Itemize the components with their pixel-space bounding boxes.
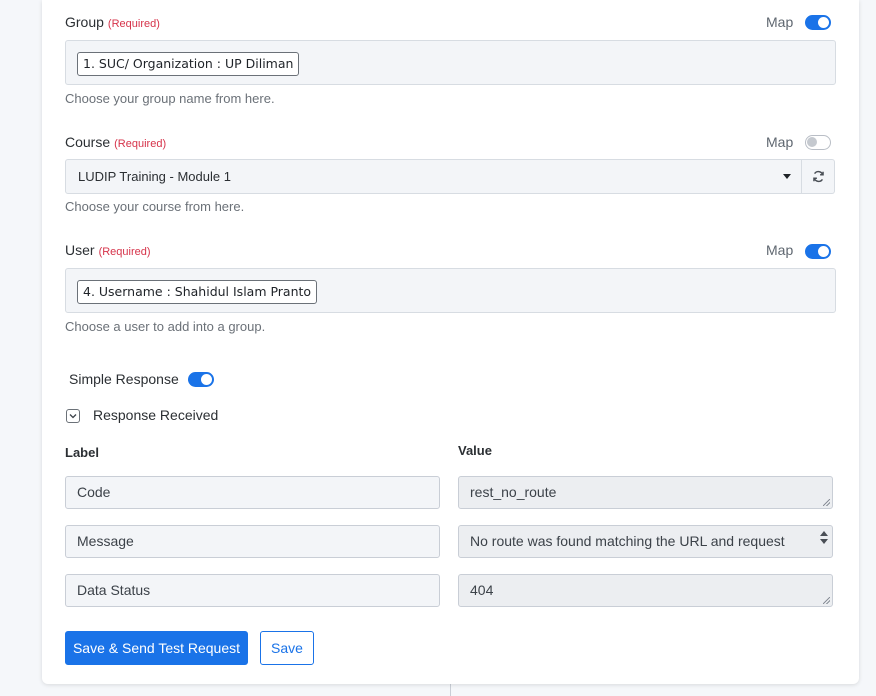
response-value-text: 404 (470, 582, 494, 598)
form-card: Group (Required) Map 1. SUC/ Organization… (42, 0, 859, 684)
group-input[interactable]: 1. SUC/ Organization : UP Diliman (65, 40, 836, 85)
save-and-send-test-request-button[interactable]: Save & Send Test Request (65, 631, 248, 665)
user-map-label: Map (766, 242, 794, 258)
user-required-text: (Required) (98, 246, 151, 258)
resize-grip-icon[interactable] (823, 597, 830, 604)
response-collapse-toggle[interactable] (66, 409, 80, 423)
group-help-text: Choose your group name from here. (65, 91, 275, 106)
response-label-field[interactable]: Code (65, 476, 440, 509)
response-value-text: No route was found matching the URL and … (470, 533, 785, 549)
course-label-text: Course (65, 134, 111, 150)
group-label-text: Group (65, 14, 104, 30)
user-help-text: Choose a user to add into a group. (65, 319, 266, 334)
response-received-label: Response Received (93, 407, 219, 423)
simple-response-toggle[interactable] (188, 372, 214, 387)
response-value-text: rest_no_route (470, 484, 557, 500)
course-select[interactable]: LUDIP Training - Module 1 (65, 159, 802, 194)
response-value-field[interactable]: No route was found matching the URL and … (458, 525, 833, 558)
course-field-label: Course (Required) (65, 134, 166, 150)
course-map-toggle[interactable] (805, 135, 831, 150)
group-field-label: Group (Required) (65, 14, 160, 30)
response-value-field[interactable]: rest_no_route (458, 476, 833, 509)
course-map-label: Map (766, 134, 794, 150)
arrow-down-icon[interactable] (820, 539, 828, 544)
user-map-toggle[interactable] (805, 244, 831, 259)
response-label-field[interactable]: Message (65, 525, 440, 558)
save-button[interactable]: Save (260, 631, 314, 665)
arrow-up-icon[interactable] (820, 531, 828, 536)
group-map-label: Map (766, 14, 794, 30)
user-label-text: User (65, 242, 95, 258)
label-column-header: Label (65, 445, 99, 460)
user-tag[interactable]: 4. Username : Shahidul Islam Pranto (77, 280, 318, 304)
group-required-text: (Required) (107, 18, 160, 30)
course-selected-value: LUDIP Training - Module 1 (78, 169, 231, 184)
user-input[interactable]: 4. Username : Shahidul Islam Pranto (65, 268, 836, 313)
scroll-spinner[interactable] (818, 528, 830, 555)
chevron-down-icon (69, 414, 77, 419)
course-help-text: Choose your course from here. (65, 199, 245, 214)
refresh-button[interactable] (802, 159, 835, 194)
response-label-field[interactable]: Data Status (65, 574, 440, 607)
group-tag[interactable]: 1. SUC/ Organization : UP Diliman (77, 52, 300, 76)
response-value-field[interactable]: 404 (458, 574, 833, 607)
course-required-text: (Required) (114, 138, 167, 150)
simple-response-label: Simple Response (69, 371, 179, 387)
resize-grip-icon[interactable] (823, 499, 830, 506)
user-field-label: User (Required) (65, 242, 151, 258)
refresh-icon (812, 170, 824, 183)
caret-down-icon (783, 174, 791, 179)
value-column-header: Value (458, 443, 492, 458)
group-map-toggle[interactable] (805, 15, 831, 30)
